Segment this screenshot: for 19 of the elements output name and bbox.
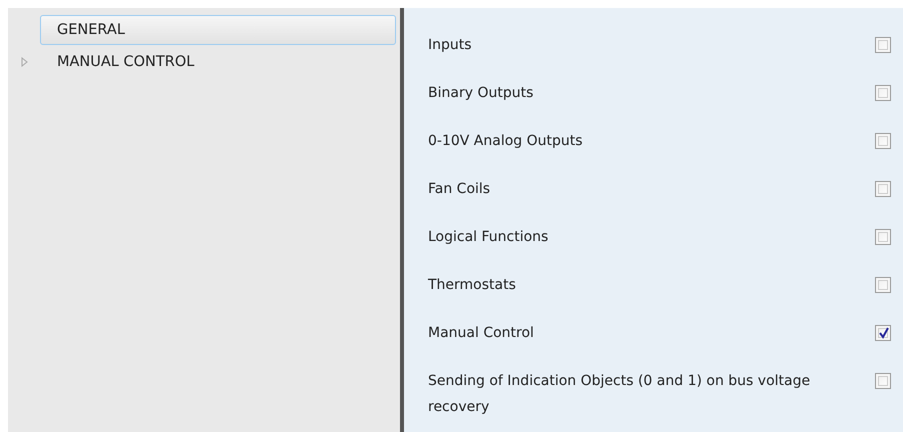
- setting-label: Logical Functions: [428, 228, 550, 247]
- checkbox[interactable]: [875, 85, 891, 101]
- setting-label: 0-10V Analog Outputs: [428, 132, 584, 151]
- checkbox[interactable]: [875, 229, 891, 245]
- setting-label: Manual Control: [428, 324, 535, 343]
- checkbox[interactable]: [875, 181, 891, 197]
- setting-label: Inputs: [428, 36, 473, 55]
- checkbox[interactable]: [875, 37, 891, 53]
- checkbox[interactable]: [875, 133, 891, 149]
- expand-arrow-icon[interactable]: [20, 57, 28, 67]
- checkbox[interactable]: [875, 373, 891, 389]
- setting-label: Fan Coils: [428, 180, 492, 199]
- setting-label: Binary Outputs: [428, 84, 534, 103]
- tree-item[interactable]: GENERAL: [40, 15, 396, 45]
- setting-label: Thermostats: [428, 276, 517, 295]
- tree-item[interactable]: MANUAL CONTROL: [40, 47, 396, 77]
- checkbox[interactable]: [875, 325, 891, 341]
- setting-label: Sending of Indication Objects (0 and 1) on bus voltage recovery: [428, 372, 812, 417]
- checkbox[interactable]: [875, 277, 891, 293]
